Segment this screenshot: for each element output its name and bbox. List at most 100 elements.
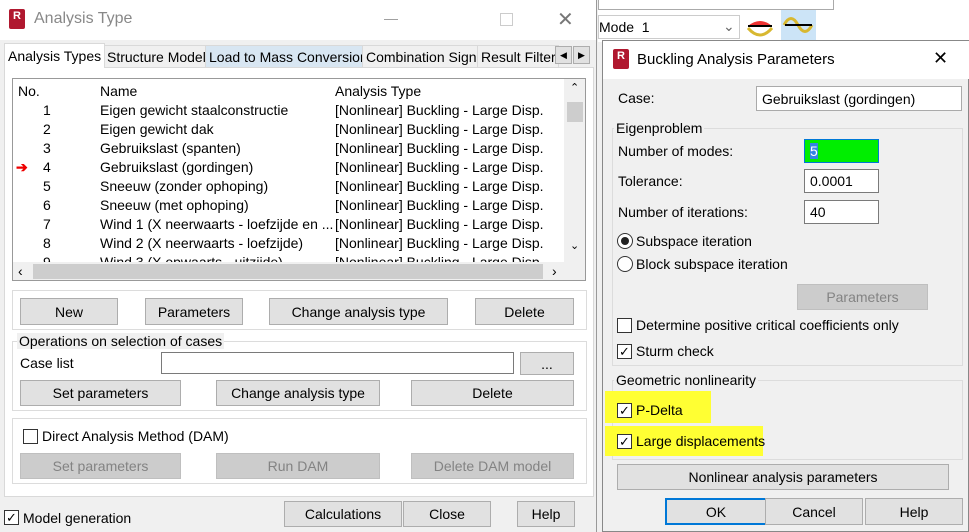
- table-row[interactable]: 7 Wind 1 (X neerwaarts - loefzijde en ...…: [13, 216, 563, 235]
- close-button[interactable]: Close: [403, 501, 491, 527]
- run-dam-button[interactable]: Run DAM: [216, 453, 380, 479]
- table-row[interactable]: 5 Sneeuw (zonder ophoping) [Nonlinear] Buc…: [13, 178, 563, 197]
- cases-list[interactable]: No. Name Analysis Type 1 Eigen gewicht st…: [12, 78, 586, 281]
- eigenproblem-title: Eigenproblem: [614, 120, 705, 136]
- row-no: 5: [43, 178, 51, 194]
- minimize-icon[interactable]: —: [384, 10, 398, 26]
- model-generation-checkbox[interactable]: ✓: [4, 510, 19, 525]
- column-header-no[interactable]: No.: [18, 83, 40, 99]
- row-analysis-type: [Nonlinear] Buckling - Large Disp.: [335, 197, 544, 213]
- tolerance-input[interactable]: 0.0001: [804, 169, 879, 193]
- scroll-right-icon[interactable]: ›: [552, 263, 557, 279]
- title-bar: R Analysis Type — ✕: [0, 0, 596, 40]
- set-parameters-button[interactable]: Set parameters: [20, 380, 181, 406]
- dam-label: Direct Analysis Method (DAM): [42, 428, 229, 444]
- help-button[interactable]: Help: [865, 498, 963, 525]
- nonlinear-parameters-button[interactable]: Nonlinear analysis parameters: [617, 464, 949, 490]
- close-icon[interactable]: ✕: [557, 7, 574, 32]
- row-name: Eigen gewicht staalconstructie: [100, 102, 289, 118]
- sturm-checkbox[interactable]: ✓: [617, 344, 632, 359]
- table-row[interactable]: 8 Wind 2 (X neerwaarts - loefzijde) [Nonli…: [13, 235, 563, 254]
- modes-input[interactable]: 5: [804, 139, 879, 163]
- change-analysis-type-button[interactable]: Change analysis type: [269, 298, 448, 325]
- block-subspace-label: Block subspace iteration: [636, 256, 788, 272]
- case-label: Case:: [618, 90, 655, 106]
- row-no: 2: [43, 121, 51, 137]
- row-no: 6: [43, 197, 51, 213]
- ops-delete-button[interactable]: Delete: [411, 380, 574, 406]
- column-header-analysis-type[interactable]: Analysis Type: [335, 83, 421, 99]
- positive-only-checkbox[interactable]: [617, 318, 632, 333]
- row-name: Sneeuw (met ophoping): [100, 197, 249, 213]
- subspace-radio[interactable]: [617, 233, 633, 249]
- row-name: Wind 2 (X neerwaarts - loefzijde): [100, 235, 304, 251]
- iterations-input[interactable]: 40: [804, 200, 879, 224]
- calculations-button[interactable]: Calculations: [284, 501, 402, 527]
- app-logo: R: [9, 9, 25, 29]
- positive-only-label: Determine positive critical coefficients…: [636, 317, 899, 333]
- new-button[interactable]: New: [20, 298, 118, 325]
- pdelta-checkbox[interactable]: ✓: [617, 403, 632, 418]
- tab-scroll-right[interactable]: ▶: [573, 46, 590, 64]
- tolerance-label: Tolerance:: [618, 173, 683, 189]
- row-name: Wind 1 (X neerwaarts - loefzijde en ...: [100, 216, 334, 232]
- horizontal-scrollbar[interactable]: ‹ ›: [13, 262, 585, 280]
- table-row[interactable]: 6 Sneeuw (met ophoping) [Nonlinear] Buckli…: [13, 197, 563, 216]
- table-row[interactable]: 1 Eigen gewicht staalconstructie [Nonlinea…: [13, 102, 563, 121]
- scroll-thumb[interactable]: [567, 102, 583, 122]
- geometric-title: Geometric nonlinearity: [614, 372, 759, 388]
- help-button[interactable]: Help: [517, 501, 575, 527]
- tab-result-filters[interactable]: Result Filters: [477, 45, 559, 67]
- current-case-arrow-icon: ➔: [16, 159, 28, 175]
- tab-combination-sign[interactable]: Combination Sign: [362, 45, 481, 67]
- sturm-label: Sturm check: [636, 343, 714, 359]
- row-analysis-type: [Nonlinear] Buckling - Large Disp.: [335, 102, 544, 118]
- eigen-parameters-button[interactable]: Parameters: [797, 284, 928, 310]
- delete-button[interactable]: Delete: [475, 298, 574, 325]
- cancel-button[interactable]: Cancel: [765, 498, 863, 525]
- parameters-button[interactable]: Parameters: [145, 298, 243, 325]
- tab-scroll-left[interactable]: ◀: [555, 46, 572, 64]
- case-list-label: Case list: [20, 355, 74, 371]
- row-no: 4: [43, 159, 51, 175]
- column-header-name[interactable]: Name: [100, 83, 137, 99]
- browse-cases-button[interactable]: ...: [520, 352, 574, 375]
- tab-load-to-mass[interactable]: Load to Mass Conversion: [205, 45, 372, 67]
- modes-label: Number of modes:: [618, 143, 734, 159]
- ok-button[interactable]: OK: [665, 498, 767, 525]
- table-row[interactable]: ➔ 4 Gebruikslast (gordingen) [Nonlinear] Bu…: [13, 159, 563, 178]
- case-list-input[interactable]: [161, 352, 514, 374]
- row-analysis-type: [Nonlinear] Buckling - Large Disp.: [335, 216, 544, 232]
- buckling-title-bar: R Buckling Analysis Parameters ✕: [603, 41, 969, 79]
- row-name: Gebruikslast (gordingen): [100, 159, 254, 175]
- block-subspace-radio[interactable]: [617, 256, 633, 272]
- dam-set-parameters-button[interactable]: Set parameters: [20, 453, 181, 479]
- table-row[interactable]: 2 Eigen gewicht dak [Nonlinear] Buckling -…: [13, 121, 563, 140]
- analysis-type-dialog: R Analysis Type — ✕ Analysis Types Struc…: [0, 0, 597, 532]
- tab-structure-model[interactable]: Structure Model: [103, 45, 210, 67]
- row-analysis-type: [Nonlinear] Buckling - Large Disp.: [335, 140, 544, 156]
- scroll-up-icon[interactable]: ⌃: [570, 81, 579, 94]
- table-row[interactable]: 3 Gebruikslast (spanten) [Nonlinear] Buckl…: [13, 140, 563, 159]
- mode-shape-icon[interactable]: [781, 10, 816, 40]
- scroll-down-icon[interactable]: ⌄: [570, 239, 579, 252]
- row-no: 1: [43, 102, 51, 118]
- maximize-icon[interactable]: [500, 13, 513, 26]
- row-analysis-type: [Nonlinear] Buckling - Large Disp.: [335, 235, 544, 251]
- h-scroll-thumb[interactable]: [33, 264, 543, 279]
- row-name: Sneeuw (zonder ophoping): [100, 178, 269, 194]
- deformation-diagram-icon[interactable]: [744, 12, 776, 40]
- subspace-label: Subspace iteration: [636, 233, 752, 249]
- row-no: 7: [43, 216, 51, 232]
- scroll-left-icon[interactable]: ‹: [18, 263, 23, 279]
- model-generation-label: Model generation: [23, 510, 132, 526]
- tab-analysis-types[interactable]: Analysis Types: [4, 43, 106, 68]
- vertical-scrollbar[interactable]: ⌃ ⌄: [564, 79, 585, 262]
- mode-select[interactable]: Mode 1 ⌄: [598, 15, 740, 39]
- buckling-dialog-title: Buckling Analysis Parameters: [637, 51, 835, 68]
- delete-dam-model-button[interactable]: Delete DAM model: [411, 453, 574, 479]
- large-displacements-checkbox[interactable]: ✓: [617, 434, 632, 449]
- close-icon[interactable]: ✕: [933, 48, 948, 69]
- ops-change-analysis-type-button[interactable]: Change analysis type: [216, 380, 380, 406]
- dam-checkbox[interactable]: [23, 429, 38, 444]
